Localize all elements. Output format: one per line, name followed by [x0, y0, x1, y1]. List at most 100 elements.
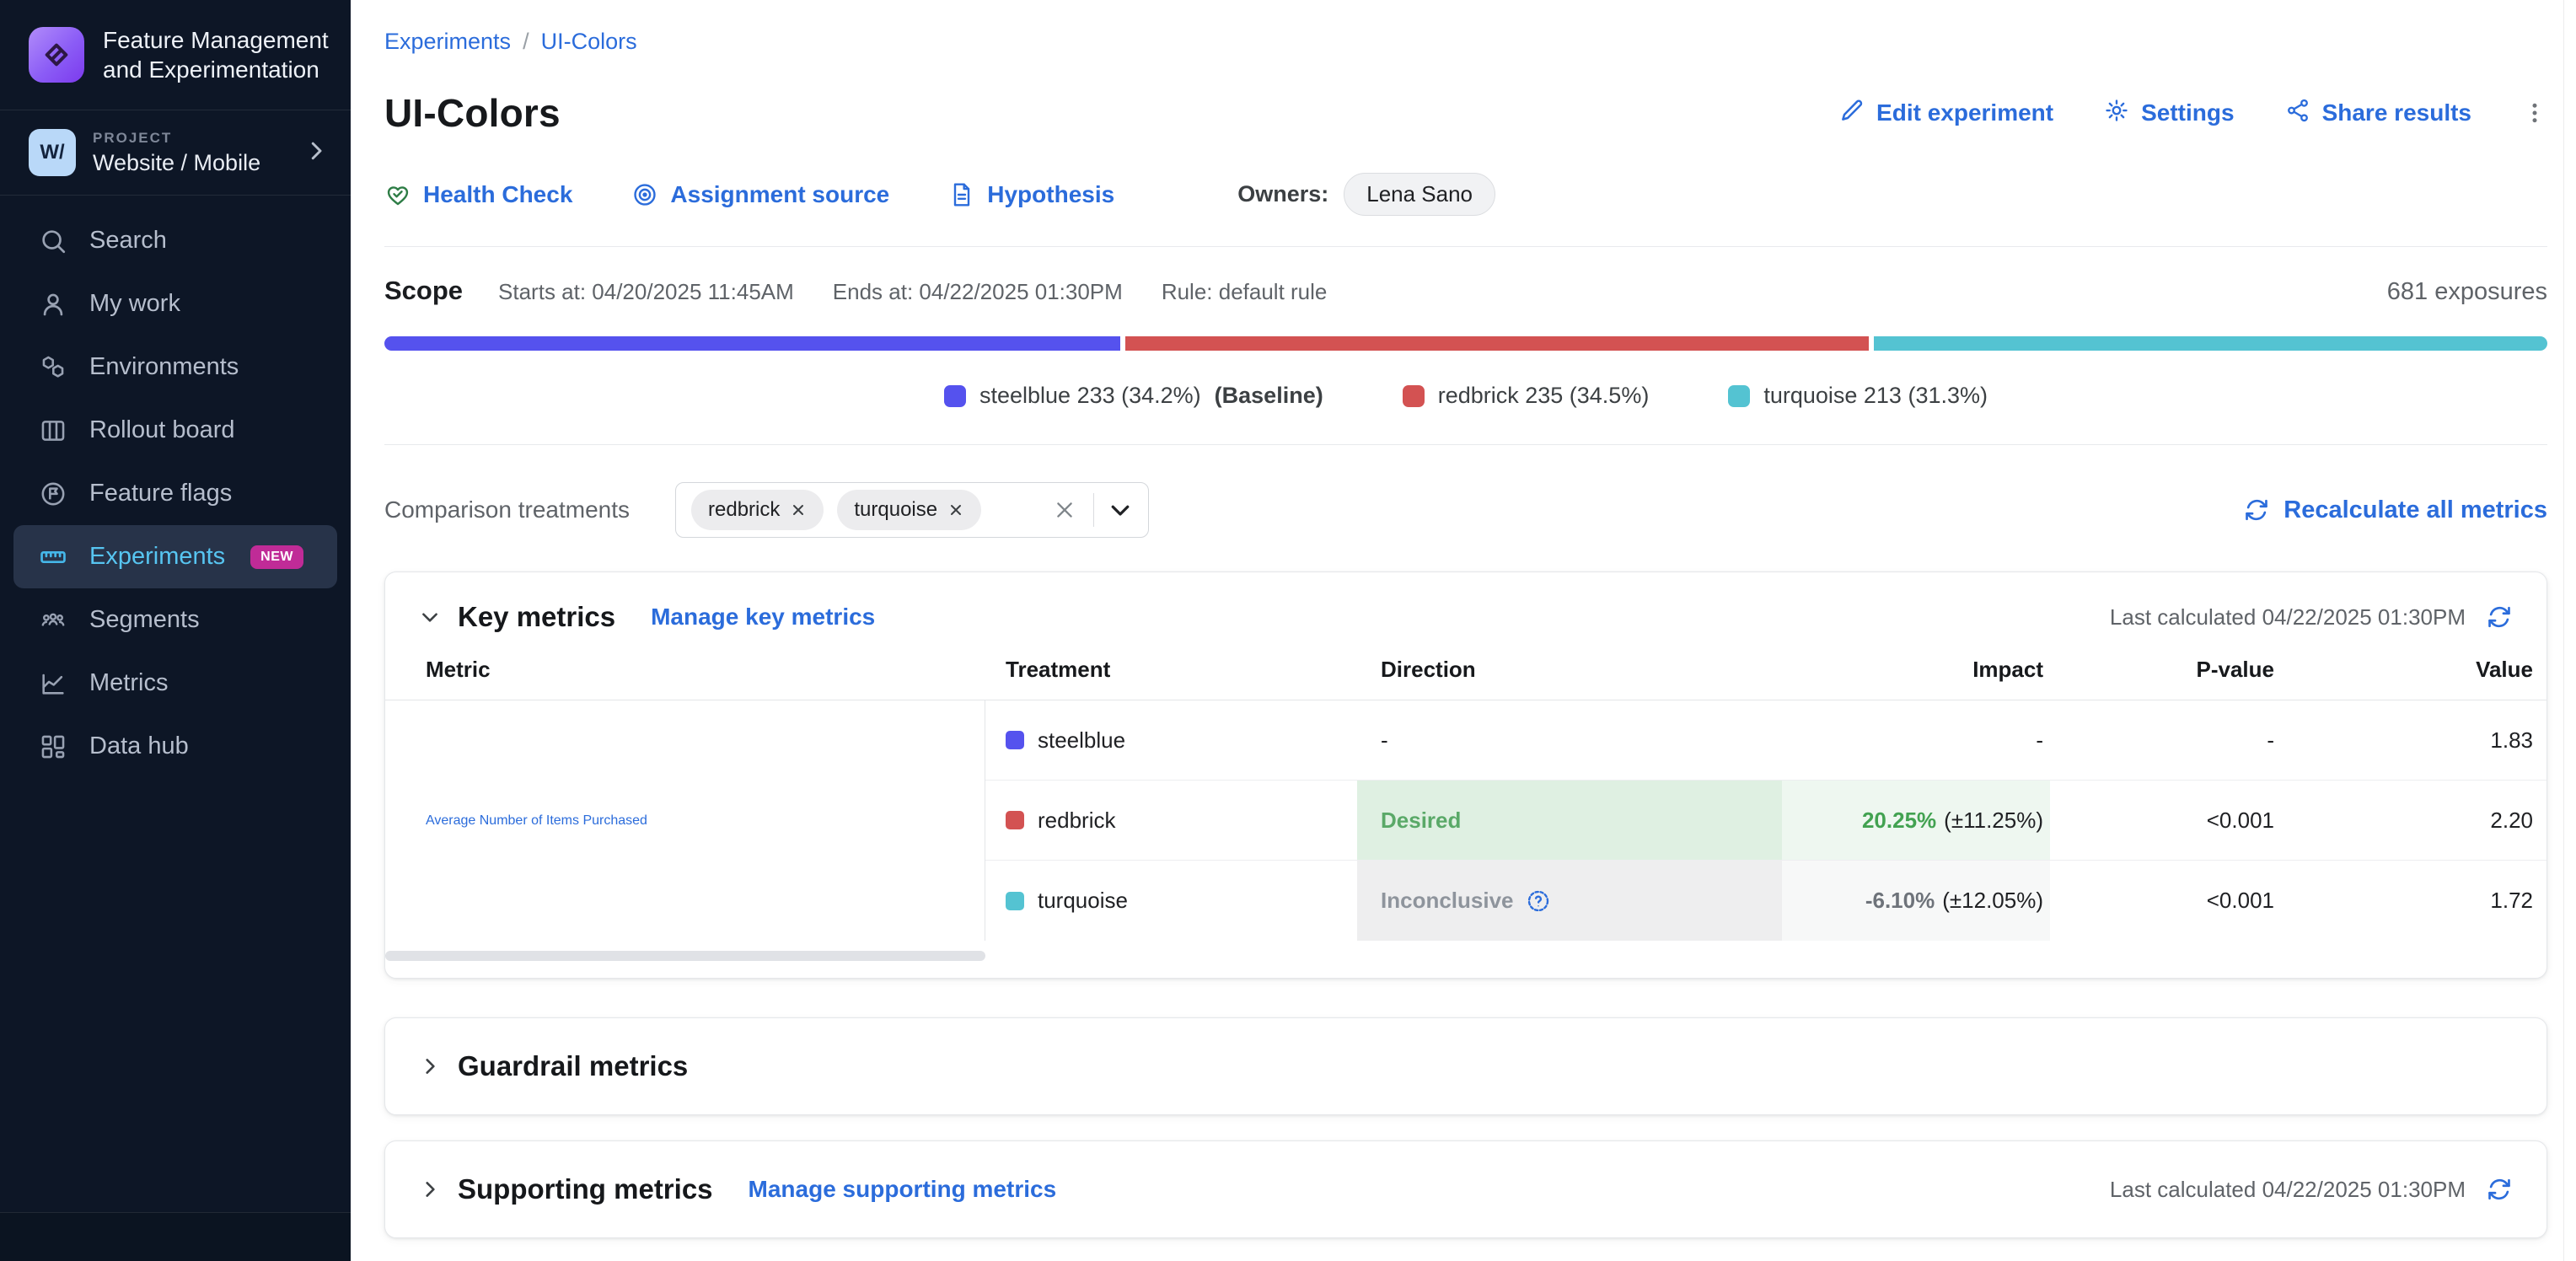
sidebar-item-segments[interactable]: Segments: [13, 588, 337, 652]
column-header-treatment: Treatment: [985, 657, 1357, 700]
project-label: PROJECT: [93, 130, 260, 147]
section-title: Guardrail metrics: [458, 1050, 688, 1082]
action-label: Share results: [2322, 99, 2471, 126]
chip-turquoise[interactable]: turquoise: [837, 490, 981, 530]
brand-home[interactable]: Feature Management and Experimentation: [0, 0, 351, 110]
data-hub-grid-icon: [39, 732, 67, 761]
steelblue-swatch: [1006, 731, 1024, 749]
treatment-label: redbrick: [1038, 808, 1115, 834]
section-title: Supporting metrics: [458, 1173, 713, 1205]
hexagons-icon: [39, 353, 67, 382]
comparison-label: Comparison treatments: [384, 496, 630, 523]
impact-cell: 20.25% (±11.25%): [1782, 781, 2050, 861]
title-row: UI-Colors Edit experiment Settings: [384, 90, 2547, 136]
chip-label: redbrick: [708, 498, 780, 522]
sidebar-nav: Search My work Environments Rollout boar…: [0, 196, 351, 791]
remove-chip-icon[interactable]: [947, 502, 964, 518]
chip-label: turquoise: [854, 498, 937, 522]
health-check-link[interactable]: Health Check: [384, 181, 572, 208]
impact-cell: -6.10% (±12.05%): [1782, 861, 2050, 941]
guardrail-metrics-toggle[interactable]: Guardrail metrics: [419, 1050, 688, 1082]
chevron-down-icon[interactable]: [1108, 497, 1133, 523]
bar-segment-turquoise: [1874, 336, 2547, 351]
turquoise-swatch: [1728, 385, 1750, 407]
sidebar-item-experiments[interactable]: Experiments NEW: [13, 525, 337, 588]
comparison-treatments-select[interactable]: redbrick turquoise: [675, 482, 1149, 538]
metric-name-cell: Average Number of Items Purchased: [385, 700, 985, 941]
column-header-impact: Impact: [1782, 657, 2050, 700]
last-calculated-text: Last calculated 04/22/2025 01:30PM: [2110, 1177, 2466, 1203]
sidebar-item-my-work[interactable]: My work: [13, 272, 337, 335]
sidebar-item-metrics[interactable]: Metrics: [13, 652, 337, 715]
impact-value: -6.10%: [1865, 888, 1935, 914]
breadcrumb-current[interactable]: UI-Colors: [541, 29, 637, 55]
chevron-down-icon: [419, 606, 441, 628]
horizontal-scrollbar: [385, 951, 2546, 961]
key-metrics-title-toggle[interactable]: Key metrics: [419, 601, 615, 633]
app-root: Feature Management and Experimentation W…: [0, 0, 2576, 1261]
sidebar-footer: [0, 1212, 351, 1261]
scrollbar-gutter: [2563, 0, 2564, 1261]
direction-cell: Inconclusive: [1357, 861, 1782, 941]
supporting-metrics-card: Supporting metrics Manage supporting met…: [384, 1140, 2547, 1238]
sidebar-item-feature-flags[interactable]: Feature flags: [13, 462, 337, 525]
p-value: <0.001: [2207, 888, 2274, 914]
sidebar-item-data-hub[interactable]: Data hub: [13, 715, 337, 778]
supporting-metrics-toggle[interactable]: Supporting metrics: [419, 1173, 713, 1205]
meta-link-label: Health Check: [423, 181, 572, 208]
share-results-button[interactable]: Share results: [2285, 98, 2471, 129]
chip-redbrick[interactable]: redbrick: [691, 490, 824, 530]
legend-baseline-suffix: (Baseline): [1215, 383, 1323, 409]
edit-experiment-button[interactable]: Edit experiment: [1839, 98, 2053, 129]
page-title: UI-Colors: [384, 90, 561, 136]
p-value-cell: <0.001: [2050, 781, 2279, 861]
direction-label: Desired: [1381, 808, 1461, 834]
refresh-icon[interactable]: [2486, 1176, 2513, 1203]
breadcrumb-experiments[interactable]: Experiments: [384, 29, 511, 55]
legend-label: turquoise 213 (31.3%): [1763, 383, 1988, 409]
project-switcher[interactable]: W/ PROJECT Website / Mobile: [0, 110, 351, 195]
column-header-direction: Direction: [1357, 657, 1782, 700]
owner-pill[interactable]: Lena Sano: [1344, 173, 1495, 216]
sidebar-item-label: Experiments: [89, 543, 225, 571]
comparison-row: Comparison treatments redbrick turquoise: [384, 482, 2547, 538]
settings-button[interactable]: Settings: [2104, 98, 2234, 129]
value: 1.83: [2490, 727, 2533, 754]
last-calculated: Last calculated 04/22/2025 01:30PM: [2110, 604, 2513, 630]
project-name: Website / Mobile: [93, 150, 260, 176]
recalculate-all-metrics-button[interactable]: Recalculate all metrics: [2243, 496, 2547, 524]
table-row-steelblue-treatment: steelblue: [985, 700, 1357, 781]
scope-section: Scope Starts at: 04/20/2025 11:45AM Ends…: [384, 276, 2547, 409]
pencil-icon: [1839, 98, 1865, 129]
last-calculated-text: Last calculated 04/22/2025 01:30PM: [2110, 604, 2466, 630]
help-circle-icon[interactable]: [1526, 888, 1551, 914]
sidebar-item-rollout-board[interactable]: Rollout board: [13, 399, 337, 462]
remove-chip-icon[interactable]: [790, 502, 807, 518]
meta-row: Health Check Assignment source Hypothesi…: [384, 173, 2547, 216]
impact-value: 20.25%: [1862, 808, 1936, 834]
assignment-source-link[interactable]: Assignment source: [631, 181, 889, 208]
key-metrics-header: Key metrics Manage key metrics Last calc…: [385, 572, 2546, 657]
manage-supporting-metrics-link[interactable]: Manage supporting metrics: [749, 1176, 1057, 1203]
user-icon: [39, 290, 67, 319]
treatment-label: turquoise: [1038, 888, 1128, 914]
sidebar-item-label: Data hub: [89, 732, 189, 760]
sidebar-item-search[interactable]: Search: [13, 209, 337, 272]
impact-confidence-interval: (±11.25%): [1944, 808, 2043, 834]
sidebar-item-environments[interactable]: Environments: [13, 335, 337, 399]
project-avatar: W/: [29, 129, 76, 176]
chevron-right-icon: [303, 138, 329, 168]
refresh-icon[interactable]: [2486, 604, 2513, 630]
manage-key-metrics-link[interactable]: Manage key metrics: [651, 604, 875, 630]
metric-link[interactable]: Average Number of Items Purchased: [426, 813, 647, 829]
breadcrumb: Experiments / UI-Colors: [384, 29, 2547, 55]
p-value: -: [2267, 727, 2274, 754]
chevron-right-icon: [419, 1178, 441, 1200]
more-options-button[interactable]: [2522, 100, 2547, 126]
header-actions: Edit experiment Settings Share results: [1839, 98, 2547, 129]
clear-select-icon[interactable]: [1053, 498, 1076, 522]
scope-starts-at: Starts at: 04/20/2025 11:45AM: [498, 279, 794, 305]
legend-item-turquoise: turquoise 213 (31.3%): [1728, 383, 1988, 409]
hypothesis-link[interactable]: Hypothesis: [948, 181, 1114, 208]
horizontal-scrollbar-thumb[interactable]: [385, 951, 985, 961]
